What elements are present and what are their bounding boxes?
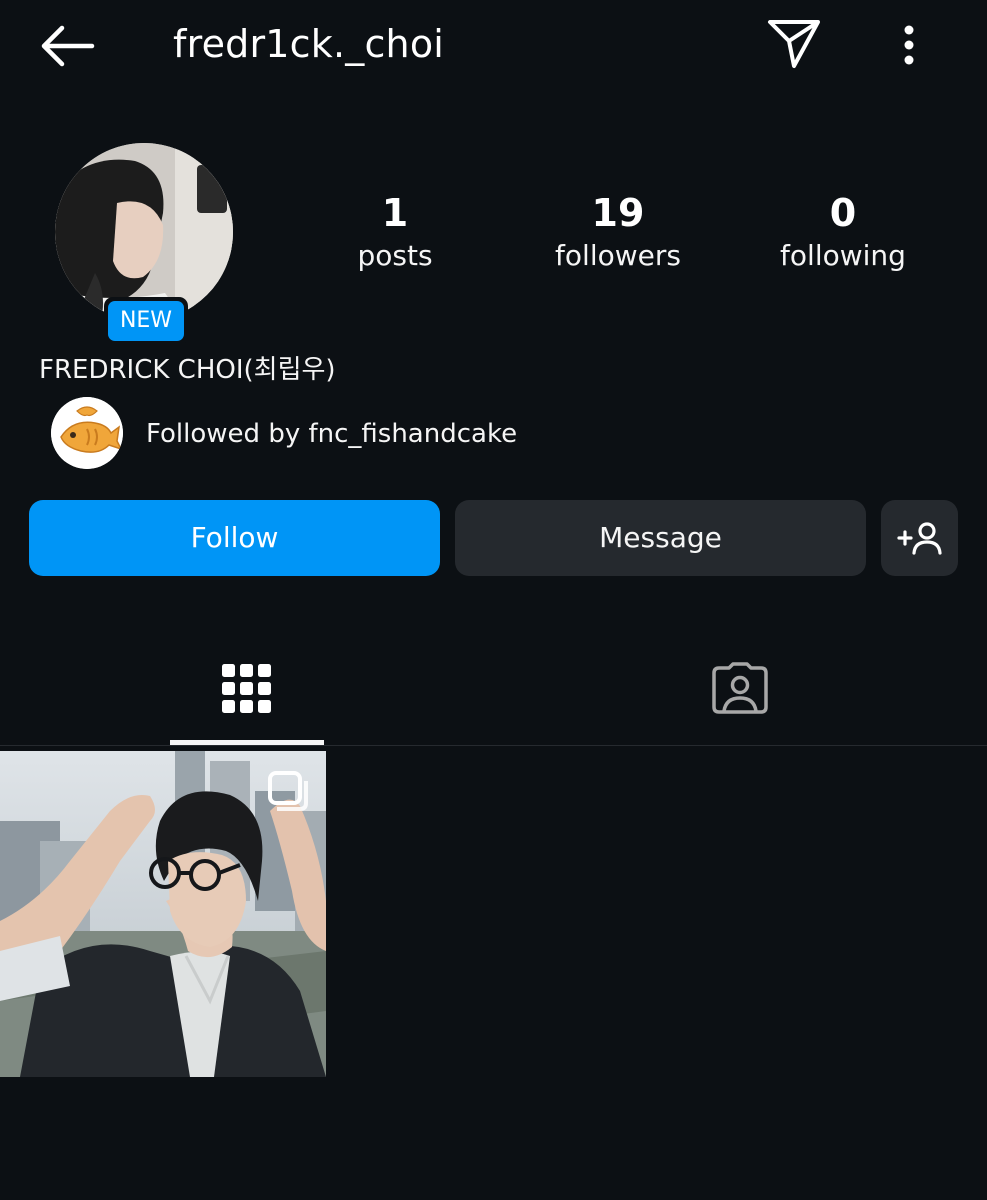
back-button[interactable] [36,22,98,70]
new-badge-label: NEW [108,301,184,341]
follow-button[interactable]: Follow [29,500,440,576]
tab-posts-grid[interactable] [170,650,324,742]
following-label: following [780,239,906,272]
profile-username: fredr1ck._choi [173,22,445,66]
tagged-person-icon [712,662,768,714]
new-badge: NEW [104,297,188,345]
posts-count: 1 [381,191,409,235]
profile-avatar[interactable] [55,143,233,321]
suggested-users-button[interactable] [881,500,958,576]
tab-divider [0,745,987,746]
followers-label: followers [555,239,681,272]
share-profile-button[interactable] [764,16,824,72]
followers-count: 19 [591,191,645,235]
posts-label: posts [357,239,433,272]
followed-by-text[interactable]: Followed by fnc_fishandcake [146,416,517,452]
fish-cake-icon [51,397,123,469]
grid-icon [222,664,271,713]
arrow-left-icon [41,25,95,67]
following-stat[interactable]: 0 following [753,190,933,274]
message-button[interactable]: Message [455,500,866,576]
posts-stat[interactable]: 1 posts [305,190,485,274]
tab-tagged[interactable] [663,650,817,742]
mutual-follower-avatar[interactable] [51,397,123,469]
post-image [0,751,326,1077]
more-options-button[interactable] [894,20,924,70]
add-user-icon [897,522,942,555]
followers-stat[interactable]: 19 followers [528,190,708,274]
profile-full-name: FREDRICK CHOI(최립우) [39,355,336,385]
post-thumbnail[interactable] [0,751,326,1077]
more-vertical-icon [904,25,914,65]
following-count: 0 [829,191,857,235]
paper-plane-icon [768,20,820,68]
